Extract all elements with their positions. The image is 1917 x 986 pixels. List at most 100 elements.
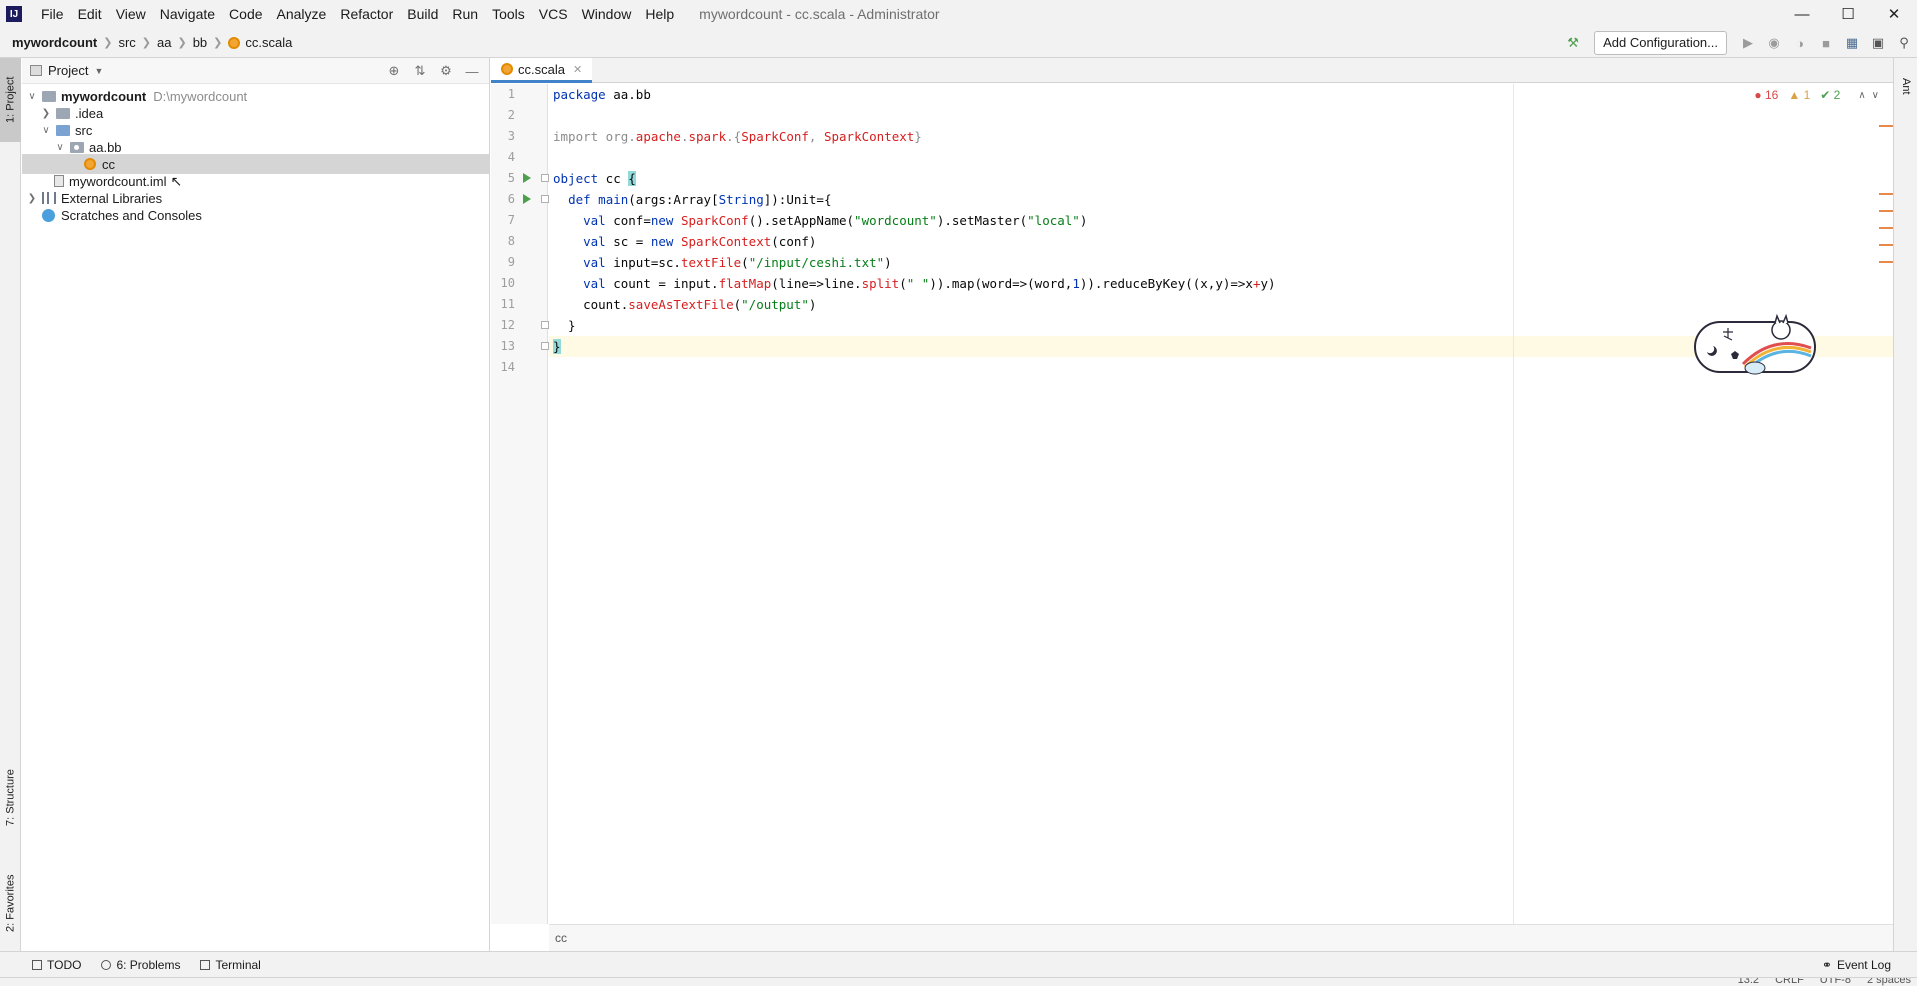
bottom-tool-bar: TODO 6: Problems Terminal ⚭ Event Log — [0, 951, 1917, 977]
menu-build[interactable]: Build — [400, 0, 445, 28]
line-number: 8 — [507, 234, 515, 248]
run-icon[interactable]: ▶ — [1735, 28, 1761, 58]
fold-icon[interactable] — [541, 174, 549, 182]
project-panel-tools: ⊕ ⇅ ⚙ — — [381, 58, 485, 84]
event-log-button[interactable]: ⚭ Event Log — [1822, 952, 1891, 978]
tree-item-scratches[interactable]: Scratches and Consoles — [22, 205, 490, 225]
code-line-8: val sc = new SparkContext(conf) — [583, 234, 817, 249]
menu-help[interactable]: Help — [638, 0, 681, 28]
tab-problems[interactable]: 6: Problems — [101, 958, 180, 972]
line-number: 14 — [500, 360, 515, 374]
tab-terminal[interactable]: Terminal — [200, 957, 261, 972]
breadcrumb-bb[interactable]: bb — [193, 35, 207, 50]
menu-run[interactable]: Run — [445, 0, 485, 28]
run-gutter-icon[interactable] — [523, 194, 531, 204]
chevron-down-icon[interactable]: ∨ — [26, 91, 38, 102]
rainbow-cat-mascot-icon — [1694, 314, 1816, 375]
tab-favorites[interactable]: 2: Favorites — [0, 858, 21, 948]
window-controls: — ☐ ✕ — [1779, 0, 1917, 28]
search-icon[interactable]: ⚲ — [1891, 28, 1917, 58]
menu-refactor[interactable]: Refactor — [333, 0, 400, 28]
stop-icon[interactable]: ■ — [1813, 28, 1839, 58]
terminal-window-icon[interactable]: ▣ — [1865, 28, 1891, 58]
breadcrumb-project[interactable]: mywordcount — [12, 35, 97, 50]
event-log-icon: ⚭ — [1821, 958, 1832, 972]
code-line-1: package aa.bb — [553, 87, 651, 102]
project-view-selector[interactable]: Project — [48, 63, 88, 78]
chevron-down-icon[interactable]: ∨ — [40, 125, 52, 136]
file-encoding[interactable]: UTF-8 — [1820, 978, 1851, 986]
previous-highlight-icon[interactable]: ∧ — [1858, 90, 1865, 101]
add-configuration-button[interactable]: Add Configuration... — [1594, 31, 1727, 55]
run-gutter-icon[interactable] — [523, 173, 531, 183]
close-tab-icon[interactable]: ✕ — [573, 63, 582, 76]
close-window-icon[interactable]: ✕ — [1871, 0, 1917, 28]
chevron-right-icon: ❯ — [141, 37, 152, 49]
tab-project[interactable]: 1: Project — [0, 58, 21, 142]
collapse-all-icon[interactable]: ⇅ — [407, 63, 433, 79]
locate-file-icon[interactable]: ⊕ — [381, 63, 407, 79]
chevron-right-icon: ❯ — [103, 37, 113, 49]
caret-position[interactable]: 13:2 — [1738, 978, 1759, 986]
tab-label: Terminal — [215, 957, 261, 972]
code-line-7: val conf=new SparkConf().setAppName("wor… — [583, 213, 1088, 228]
weak-warning-count[interactable]: ✔ 2 — [1820, 88, 1840, 102]
menu-window[interactable]: Window — [575, 0, 639, 28]
menu-view[interactable]: View — [109, 0, 153, 28]
chevron-down-icon[interactable]: ▼ — [94, 66, 103, 76]
gear-icon[interactable]: ⚙ — [433, 63, 459, 79]
maximize-icon[interactable]: ☐ — [1825, 0, 1871, 28]
tab-cc-scala[interactable]: cc.scala ✕ — [491, 58, 593, 83]
error-stripe-mark[interactable] — [1879, 227, 1893, 229]
fold-icon[interactable] — [541, 321, 549, 329]
library-icon — [42, 192, 56, 204]
inspection-widget[interactable]: ● 16 ▲ 1 ✔ 2 ∧ ∨ — [1754, 88, 1879, 102]
menu-navigate[interactable]: Navigate — [153, 0, 222, 28]
chevron-right-icon[interactable]: ❯ — [26, 193, 38, 204]
error-stripe-mark[interactable] — [1879, 244, 1893, 246]
menu-analyze[interactable]: Analyze — [270, 0, 334, 28]
tab-label: 6: Problems — [116, 957, 181, 972]
menu-tools[interactable]: Tools — [485, 0, 532, 28]
next-highlight-icon[interactable]: ∨ — [1872, 90, 1879, 101]
caret-row-highlight — [549, 336, 1893, 357]
code-line-6: def main(args:Array[String]):Unit={ — [568, 192, 832, 207]
debug-icon[interactable]: ◉ — [1761, 28, 1787, 58]
line-number: 2 — [507, 108, 515, 122]
menu-file[interactable]: File — [34, 0, 71, 28]
error-stripe-mark[interactable] — [1879, 210, 1893, 212]
editor-breadcrumb[interactable]: cc — [549, 924, 1893, 951]
menu-vcs[interactable]: VCS — [532, 0, 575, 28]
breadcrumb-file[interactable]: cc.scala — [245, 35, 292, 50]
build-hammer-icon[interactable]: ⚒ — [1560, 28, 1586, 58]
chevron-right-icon[interactable]: ❯ — [40, 108, 52, 119]
indent-setting[interactable]: 2 spaces — [1867, 978, 1911, 986]
breadcrumb-src[interactable]: src — [118, 35, 135, 50]
project-structure-icon[interactable]: ▦ — [1839, 28, 1865, 58]
tab-structure[interactable]: 7: Structure — [0, 758, 21, 838]
tab-todo[interactable]: TODO — [32, 958, 81, 972]
tree-item-label: src — [75, 122, 93, 138]
fold-icon[interactable] — [541, 342, 549, 350]
fold-icon[interactable] — [541, 195, 549, 203]
warning-count[interactable]: ▲ 1 — [1788, 88, 1810, 102]
line-separator[interactable]: CRLF — [1775, 978, 1804, 986]
line-number: 4 — [507, 150, 515, 164]
breadcrumb-aa[interactable]: aa — [157, 35, 171, 50]
menu-edit[interactable]: Edit — [71, 0, 109, 28]
error-stripe-mark[interactable] — [1879, 193, 1893, 195]
menu-code[interactable]: Code — [222, 0, 269, 28]
minimize-icon[interactable]: — — [1779, 0, 1825, 28]
tree-item-label: External Libraries — [61, 190, 163, 206]
error-stripe-mark[interactable] — [1879, 261, 1893, 263]
error-count[interactable]: ● 16 — [1754, 88, 1778, 102]
error-stripe-mark[interactable] — [1879, 125, 1893, 127]
iml-file-icon — [54, 175, 64, 187]
tab-ant[interactable]: Ant — [1894, 66, 1917, 106]
chevron-down-icon[interactable]: ∨ — [54, 142, 66, 153]
run-toolbar: ⚒ Add Configuration... ▶ ◉ ◑ ■ ▦ ▣ ⚲ — [1560, 28, 1917, 58]
hide-panel-icon[interactable]: — — [459, 64, 485, 79]
right-margin-guide — [1513, 84, 1514, 924]
code-editor[interactable]: package aa.bb import org.apache.spark.{S… — [549, 84, 1893, 924]
coverage-icon[interactable]: ◑ — [1787, 28, 1813, 58]
